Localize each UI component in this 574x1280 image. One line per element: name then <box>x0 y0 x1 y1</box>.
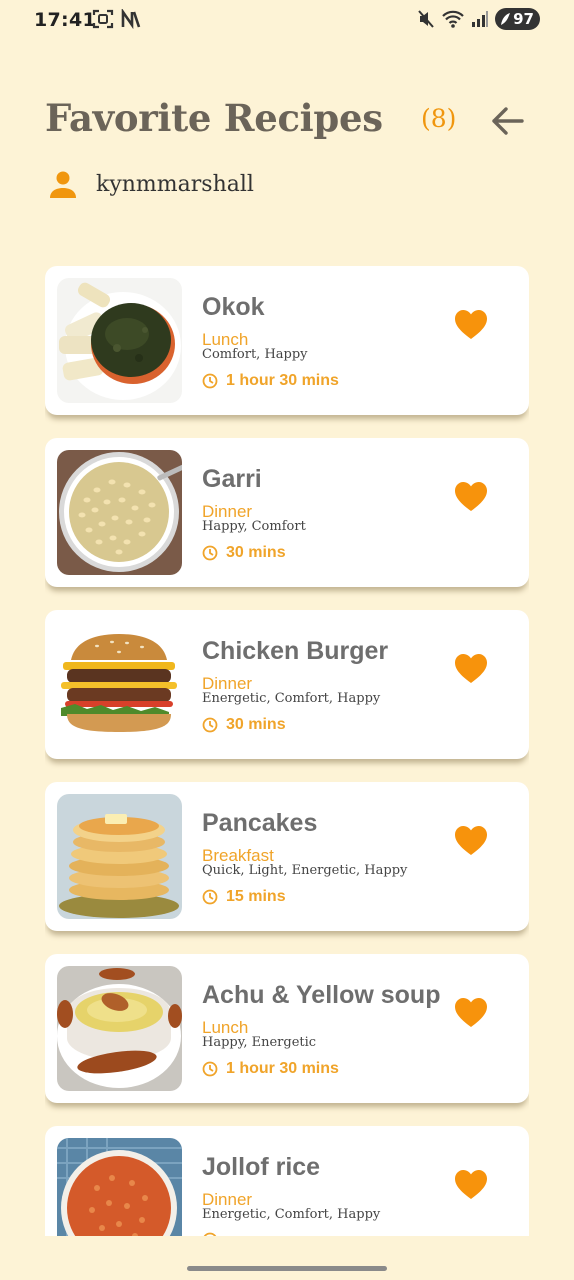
recipe-time-text: 1 hour 30 mins <box>226 372 339 389</box>
recipe-time: 30 mins <box>202 716 286 734</box>
header: Favorite Recipes (8) <box>0 90 574 160</box>
heart-icon[interactable] <box>454 997 488 1029</box>
mute-icon <box>418 10 434 28</box>
back-button[interactable] <box>484 98 530 144</box>
recipe-image[interactable] <box>57 966 182 1091</box>
battery-level: 97 <box>513 10 534 28</box>
recipe-name: Pancakes <box>202 809 318 837</box>
status-bar: 17:41 97 <box>0 0 574 40</box>
user-row: kynmmarshall <box>48 166 254 202</box>
home-indicator[interactable] <box>187 1266 387 1271</box>
recipe-time-text: 30 mins <box>226 716 286 733</box>
screenshot-icon <box>92 9 114 29</box>
recipe-list[interactable]: Okok Lunch Comfort, Happy 1 hour 30 mins <box>45 266 529 1236</box>
person-icon <box>50 171 76 198</box>
recipe-name: Garri <box>202 465 262 493</box>
recipe-moods: Quick, Light, Energetic, Happy <box>202 863 408 878</box>
recipe-card[interactable]: Chicken Burger Dinner Energetic, Comfort… <box>45 610 529 759</box>
signal-icon <box>472 11 489 27</box>
recipe-card[interactable]: Garri Dinner Happy, Comfort 30 mins <box>45 438 529 587</box>
arrow-left-icon <box>492 107 524 135</box>
recipe-time-text: 30 mins <box>226 544 286 561</box>
heart-icon[interactable] <box>454 1169 488 1201</box>
recipe-image[interactable] <box>57 278 182 403</box>
recipe-card[interactable]: Okok Lunch Comfort, Happy 1 hour 30 mins <box>45 266 529 415</box>
clock-icon <box>202 889 218 905</box>
clock-icon <box>202 1061 218 1077</box>
heart-icon[interactable] <box>454 653 488 685</box>
recipe-image[interactable] <box>57 1138 182 1236</box>
battery-icon: 97 <box>495 8 540 30</box>
recipe-card[interactable]: Jollof rice Dinner Energetic, Comfort, H… <box>45 1126 529 1236</box>
recipe-moods: Happy, Comfort <box>202 519 306 534</box>
heart-icon[interactable] <box>454 481 488 513</box>
heart-icon[interactable] <box>454 825 488 857</box>
recipe-card[interactable]: Pancakes Breakfast Quick, Light, Energet… <box>45 782 529 931</box>
recipe-time-text: 1 hour 30 mins <box>226 1060 339 1077</box>
recipe-moods: Energetic, Comfort, Happy <box>202 1207 381 1222</box>
page-title: Favorite Recipes <box>45 96 383 140</box>
recipe-moods: Energetic, Comfort, Happy <box>202 691 381 706</box>
recipe-time: 15 mins <box>202 888 286 906</box>
recipe-time: 1 hour 30 mins <box>202 372 339 390</box>
recipe-time: 30 mins <box>202 544 286 562</box>
recipe-name: Jollof rice <box>202 1153 321 1181</box>
recipe-moods: Happy, Energetic <box>202 1035 317 1050</box>
status-time: 17:41 <box>34 9 96 31</box>
recipe-moods: Comfort, Happy <box>202 347 308 362</box>
wifi-icon <box>442 10 464 28</box>
n-icon <box>121 9 141 29</box>
heart-icon[interactable] <box>454 309 488 341</box>
recipe-time <box>202 1232 226 1236</box>
username: kynmmarshall <box>96 171 254 197</box>
clock-icon <box>202 717 218 733</box>
recipe-time-text: 15 mins <box>226 888 286 905</box>
favorites-count: (8) <box>421 104 457 133</box>
recipe-time: 1 hour 30 mins <box>202 1060 339 1078</box>
clock-icon <box>202 545 218 561</box>
recipe-image[interactable] <box>57 450 182 575</box>
recipe-image[interactable] <box>57 794 182 919</box>
clock-icon <box>202 373 218 389</box>
recipe-name: Achu & Yellow soup <box>202 981 441 1009</box>
recipe-name: Chicken Burger <box>202 637 389 665</box>
recipe-image[interactable] <box>57 622 182 747</box>
recipe-name: Okok <box>202 293 265 321</box>
recipe-card[interactable]: Achu & Yellow soup Lunch Happy, Energeti… <box>45 954 529 1103</box>
clock-icon <box>203 1232 217 1236</box>
